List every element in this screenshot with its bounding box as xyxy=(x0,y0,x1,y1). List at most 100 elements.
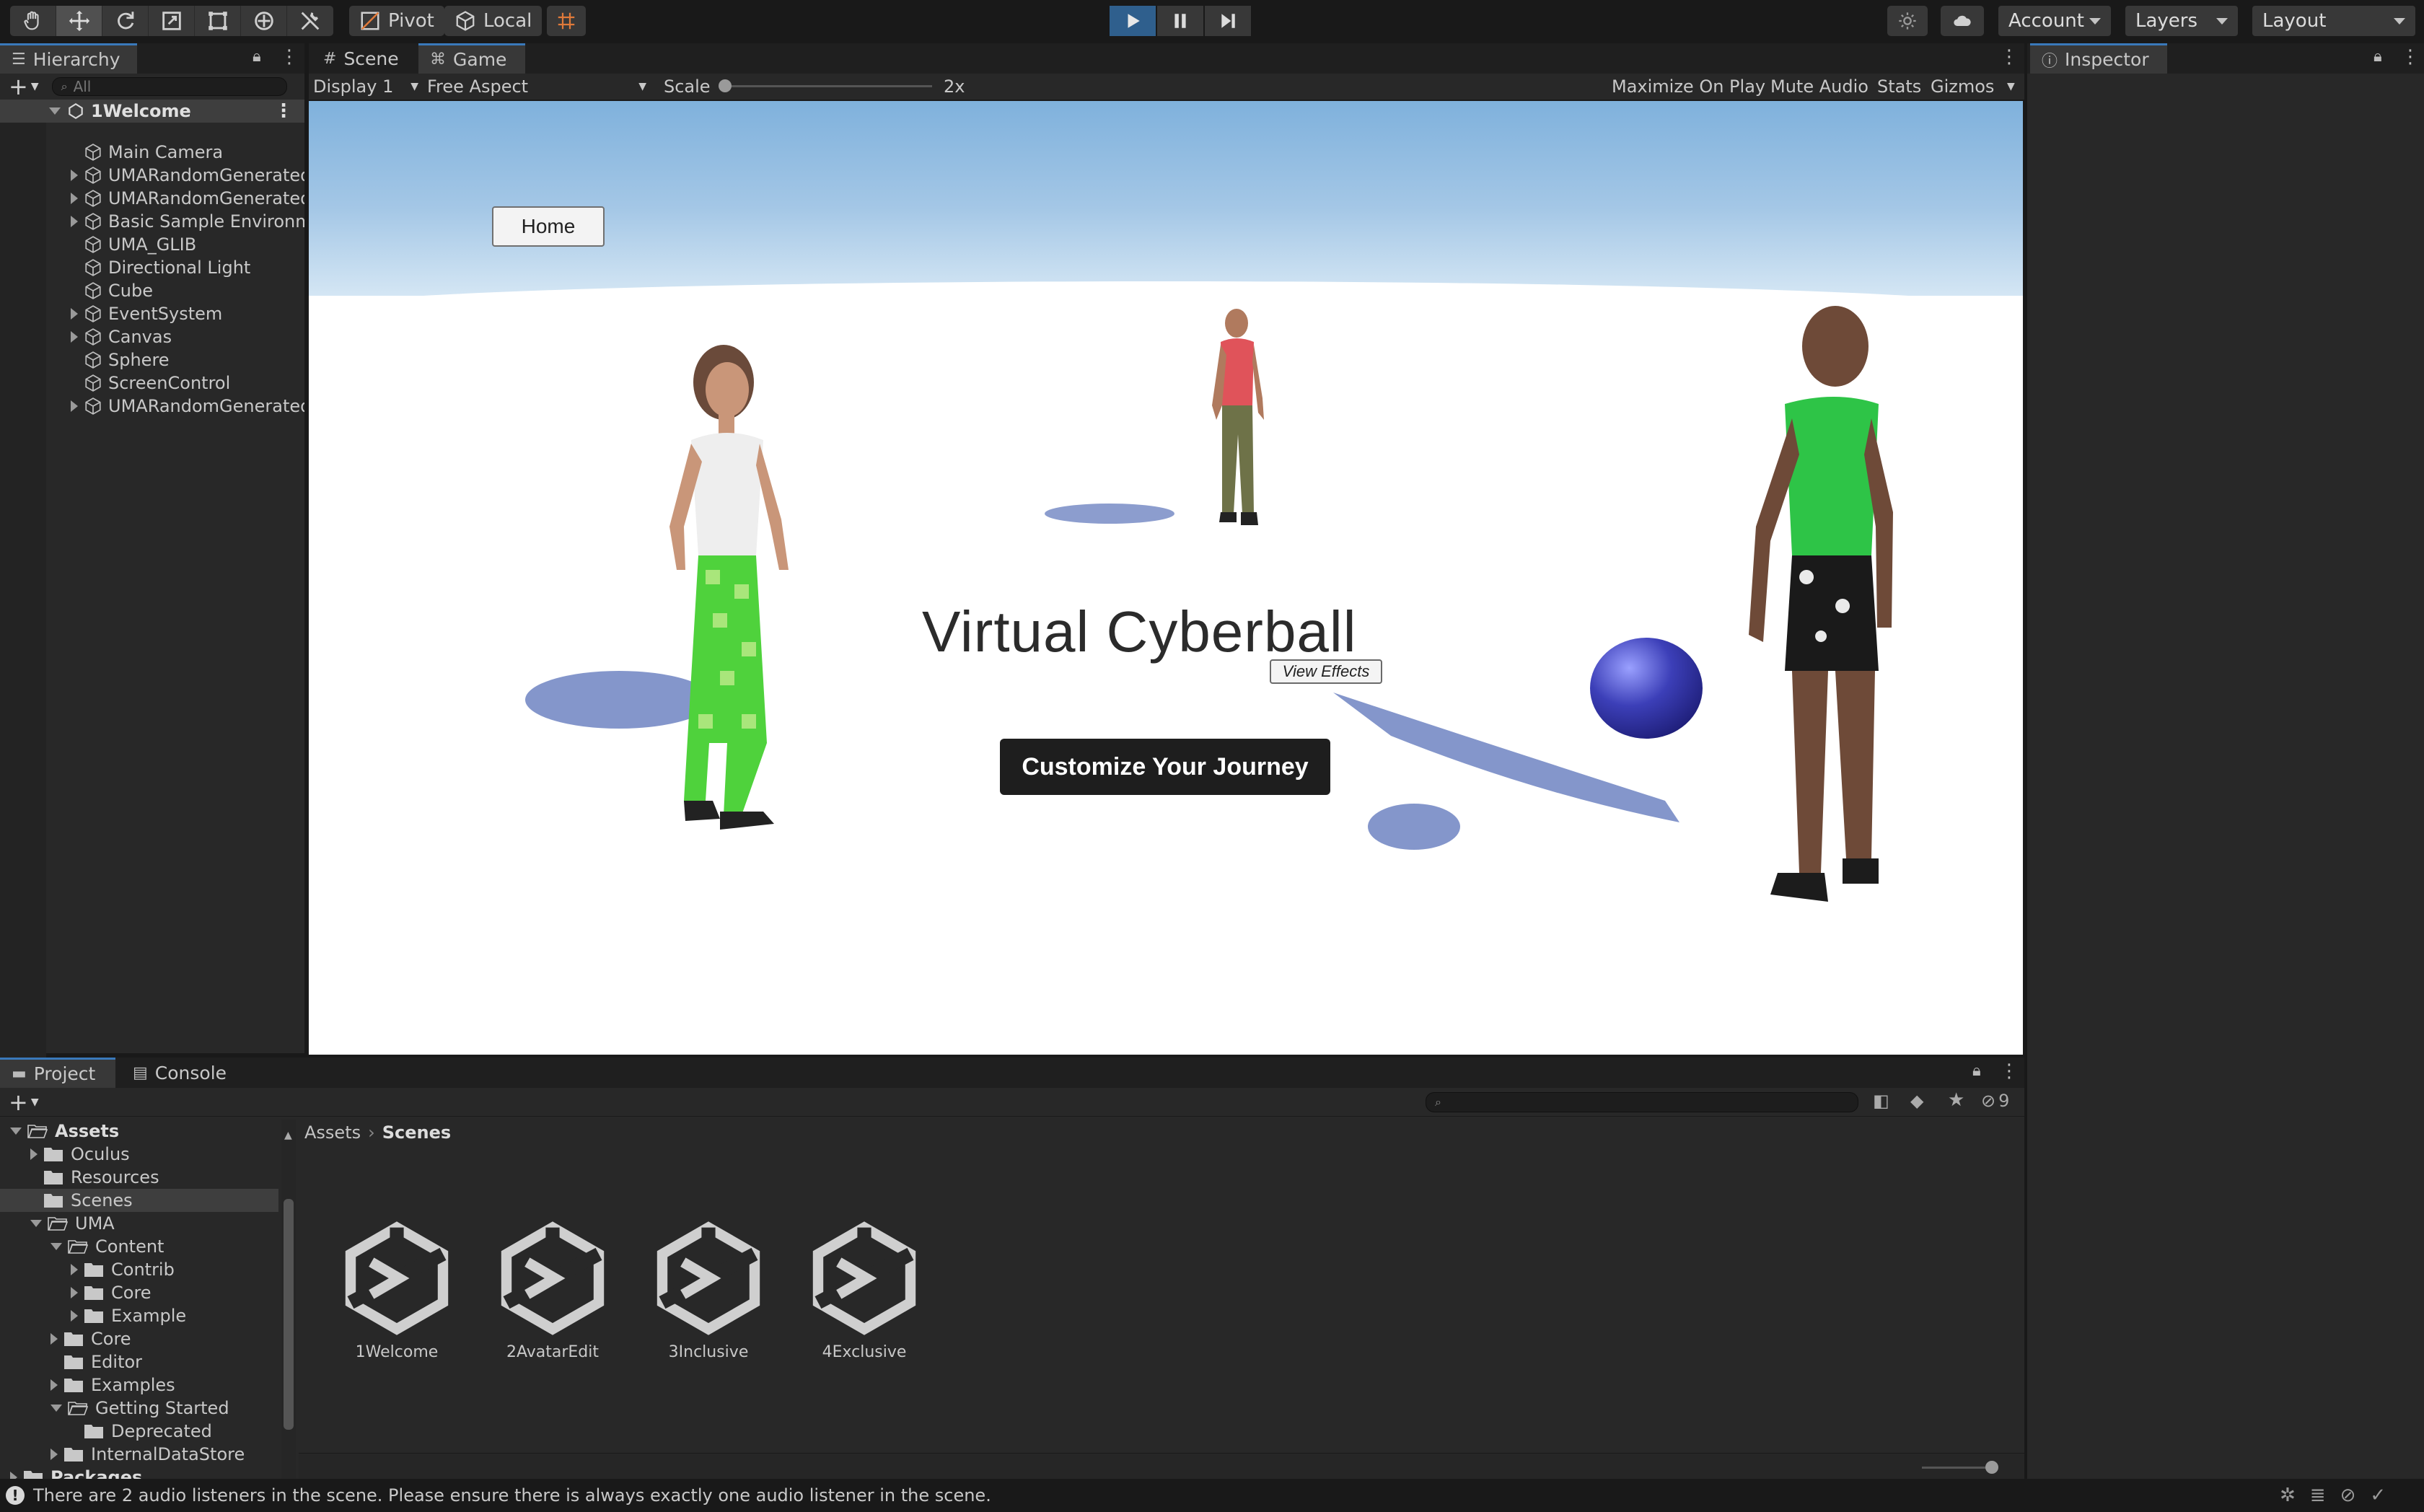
scene-menu-icon[interactable]: ⋮ xyxy=(274,100,293,122)
pause-button[interactable] xyxy=(1157,6,1203,36)
tree-scrollbar[interactable]: ▲ xyxy=(281,1120,296,1480)
account-dropdown[interactable]: Account xyxy=(1998,6,2111,36)
tree-scrollbar-thumb[interactable] xyxy=(284,1199,294,1430)
project-lock-icon[interactable]: 🔒︎ xyxy=(1972,1062,1981,1080)
filter-by-type-icon[interactable]: ◧ xyxy=(1873,1091,1889,1111)
folder-tree-item[interactable]: Core xyxy=(0,1281,278,1304)
hierarchy-item[interactable]: ScreenControl xyxy=(0,372,304,395)
expand-arrow-icon[interactable] xyxy=(49,107,61,115)
customize-journey-button[interactable]: Customize Your Journey xyxy=(1000,739,1330,795)
folder-tree-item[interactable]: Content xyxy=(0,1235,278,1258)
grid-snap-button[interactable] xyxy=(547,6,586,36)
icon-size-slider-track[interactable] xyxy=(1922,1467,1994,1469)
local-toggle[interactable]: Local xyxy=(444,6,543,36)
collapse-arrow-icon[interactable] xyxy=(50,1405,62,1412)
transform-tool-button[interactable] xyxy=(241,6,287,36)
check-icon[interactable]: ✓ xyxy=(2370,1485,2386,1506)
expand-arrow-icon[interactable] xyxy=(71,1310,78,1322)
rotate-tool-button[interactable] xyxy=(102,6,149,36)
scene-asset[interactable]: 3Inclusive xyxy=(636,1221,781,1361)
lock-icon[interactable]: 🔒︎ xyxy=(252,48,261,66)
cloud-button[interactable] xyxy=(1941,6,1984,36)
hierarchy-item[interactable]: UMARandomGenerated xyxy=(0,187,304,210)
services-button[interactable] xyxy=(1887,6,1928,36)
layout-dropdown[interactable]: Layout xyxy=(2252,6,2415,36)
more-options-icon[interactable]: ⋮ xyxy=(280,46,299,68)
hierarchy-item[interactable]: Sphere xyxy=(0,348,304,372)
expand-arrow-icon[interactable] xyxy=(50,1333,58,1345)
expand-arrow-icon[interactable] xyxy=(50,1449,58,1460)
folder-tree-item[interactable]: Examples xyxy=(0,1373,278,1397)
expand-arrow-icon[interactable] xyxy=(50,1379,58,1391)
folder-tree-item[interactable]: Deprecated xyxy=(0,1420,278,1443)
game-more-icon[interactable]: ⋮ xyxy=(2000,46,2019,68)
folder-tree-item[interactable]: InternalDataStore xyxy=(0,1443,278,1466)
mute-audio-toggle[interactable]: Mute Audio xyxy=(1770,76,1868,97)
hierarchy-item[interactable]: Basic Sample Environm xyxy=(0,210,304,233)
add-icon[interactable]: + xyxy=(9,73,28,100)
hierarchy-item[interactable]: Cube xyxy=(0,279,304,302)
stats-toggle[interactable]: Stats xyxy=(1877,76,1921,97)
hand-tool-button[interactable] xyxy=(10,6,56,36)
hierarchy-item[interactable]: Directional Light xyxy=(0,256,304,279)
play-button[interactable] xyxy=(1110,6,1156,36)
stack-icon[interactable]: ≣ xyxy=(2310,1485,2326,1506)
folder-tree-item[interactable]: Assets xyxy=(0,1120,278,1143)
breadcrumb-scenes[interactable]: Scenes xyxy=(382,1122,451,1143)
tab-hierarchy[interactable]: ☰ Hierarchy xyxy=(0,43,137,74)
collapse-arrow-icon[interactable] xyxy=(30,1220,42,1227)
filter-by-label-icon[interactable]: ◆ xyxy=(1910,1091,1923,1111)
scale-slider-track[interactable] xyxy=(723,85,932,87)
tab-project[interactable]: ▬ Project xyxy=(0,1058,115,1088)
home-button[interactable]: Home xyxy=(492,206,605,247)
expand-arrow-icon[interactable] xyxy=(71,400,78,412)
pivot-toggle[interactable]: Pivot xyxy=(349,6,444,36)
layers-dropdown[interactable]: Layers xyxy=(2125,6,2238,36)
folder-tree-item[interactable]: Core xyxy=(0,1327,278,1350)
folder-tree-item[interactable]: Oculus xyxy=(0,1143,278,1166)
maximize-on-play-toggle[interactable]: Maximize On Play xyxy=(1612,76,1765,97)
gizmos-chevron-icon[interactable]: ▼ xyxy=(2007,81,2015,92)
project-search-input[interactable]: ⌕ xyxy=(1426,1092,1858,1112)
folder-tree-item[interactable]: Getting Started xyxy=(0,1397,278,1420)
step-button[interactable] xyxy=(1205,6,1251,36)
move-tool-button[interactable] xyxy=(56,6,102,36)
folder-tree-item[interactable]: UMA xyxy=(0,1212,278,1235)
custom-tool-button[interactable] xyxy=(287,6,333,36)
tab-console[interactable]: ▤ Console xyxy=(121,1058,244,1088)
network-off-icon[interactable]: ⊘ xyxy=(2340,1485,2356,1506)
collapse-arrow-icon[interactable] xyxy=(10,1128,22,1135)
breadcrumb-assets[interactable]: Assets xyxy=(304,1122,361,1143)
hierarchy-item[interactable]: EventSystem xyxy=(0,302,304,325)
favorites-star-icon[interactable]: ★ xyxy=(1948,1089,1964,1111)
expand-arrow-icon[interactable] xyxy=(30,1148,38,1160)
expand-arrow-icon[interactable] xyxy=(71,1264,78,1275)
status-message[interactable]: There are 2 audio listeners in the scene… xyxy=(33,1485,991,1506)
rect-tool-button[interactable] xyxy=(195,6,241,36)
hierarchy-item[interactable]: UMARandomGenerated xyxy=(0,395,304,418)
scale-tool-button[interactable] xyxy=(149,6,195,36)
project-more-icon[interactable]: ⋮ xyxy=(2000,1060,2019,1082)
scene-asset[interactable]: 2AvatarEdit xyxy=(480,1221,625,1361)
tab-scene[interactable]: # Scene xyxy=(312,43,416,74)
scroll-up-icon[interactable]: ▲ xyxy=(284,1130,292,1141)
chevron-down-icon[interactable]: ▼ xyxy=(31,81,39,92)
chevron-down-icon[interactable]: ▼ xyxy=(31,1096,39,1108)
hierarchy-search[interactable]: ⌕ xyxy=(51,77,287,96)
gizmos-toggle[interactable]: Gizmos xyxy=(1931,76,1994,97)
view-effects-button[interactable]: View Effects xyxy=(1270,659,1382,684)
scene-row[interactable]: 1Welcome ⋮ xyxy=(0,100,304,123)
expand-arrow-icon[interactable] xyxy=(71,193,78,204)
icon-size-slider-handle[interactable] xyxy=(1985,1461,1998,1474)
tab-inspector[interactable]: ⓘ Inspector xyxy=(2030,43,2167,74)
hidden-packages-toggle[interactable]: ⊘ 9 xyxy=(1981,1091,2009,1111)
hierarchy-item[interactable]: UMARandomGenerated xyxy=(0,164,304,187)
scale-slider-handle[interactable] xyxy=(719,79,732,92)
inspector-more-icon[interactable]: ⋮ xyxy=(2401,46,2420,68)
game-viewport[interactable]: Home Virtual Cyberball View Effects Cust… xyxy=(307,100,2024,1056)
expand-arrow-icon[interactable] xyxy=(71,1287,78,1298)
collapse-arrow-icon[interactable] xyxy=(50,1243,62,1250)
hierarchy-search-input[interactable] xyxy=(73,78,268,95)
folder-tree-item[interactable]: Example xyxy=(0,1304,278,1327)
folder-tree-item[interactable]: Editor xyxy=(0,1350,278,1373)
